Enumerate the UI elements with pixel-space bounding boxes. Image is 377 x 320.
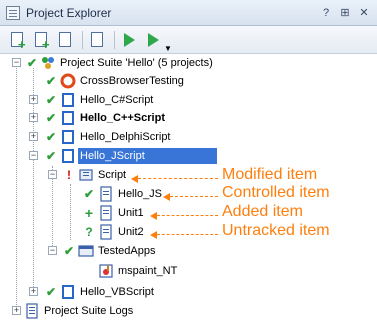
toolbar: + + ▼: [0, 26, 377, 54]
help-button[interactable]: ?: [318, 5, 334, 21]
title-bar: Project Explorer ? ⊞ ✕: [0, 0, 377, 26]
tree-row-mspaint[interactable]: mspaint_NT: [0, 262, 377, 280]
close-button[interactable]: ✕: [356, 5, 372, 21]
project-suite-label: Project Suite 'Hello' (5 projects): [60, 57, 213, 69]
project-icon: [62, 130, 74, 144]
crossbrowser-icon: [60, 73, 76, 89]
window-title: Project Explorer: [26, 6, 112, 20]
hello-js-label: Hello_JScript: [78, 148, 217, 164]
callout-arrowhead-controlled: [163, 193, 170, 201]
run-dropdown-icon[interactable]: ▼: [144, 30, 172, 53]
tree-row-hello-vb[interactable]: + ✔ Hello_VBScript: [0, 283, 377, 301]
tree-row-hello-cs[interactable]: + ✔ Hello_C#Script: [0, 91, 377, 109]
tested-apps-label: TestedApps: [98, 245, 156, 257]
project-icon: [62, 111, 74, 125]
callout-line-added: [157, 215, 218, 216]
callout-arrowhead-untracked: [150, 231, 157, 239]
tree-row-suite[interactable]: − ✔ Project Suite 'Hello' (5 projects): [0, 54, 377, 72]
script-label: Script: [98, 169, 127, 181]
doc-settings-icon[interactable]: [88, 30, 108, 50]
project-icon: [62, 285, 74, 299]
mspaint-label: mspaint_NT: [118, 265, 178, 277]
suite-logs-label: Project Suite Logs: [44, 305, 134, 317]
run-icon[interactable]: [120, 30, 140, 50]
tree-row-crossbrowser[interactable]: ✔ CrossBrowserTesting: [0, 72, 377, 90]
hello-js-unit-label: Hello_JS: [118, 188, 163, 200]
hello-cs-label: Hello_C#Script: [80, 94, 154, 106]
callout-modified: Modified item: [222, 166, 318, 183]
unit-icon: [100, 224, 112, 240]
callout-added: Added item: [222, 203, 303, 220]
tree-row-unit1[interactable]: + Unit1: [0, 204, 377, 222]
callout-line-controlled: [170, 196, 218, 197]
hello-vb-label: Hello_VBScript: [80, 286, 154, 298]
callout-untracked: Untracked item: [222, 222, 330, 239]
callout-controlled: Controlled item: [222, 184, 330, 201]
paint-app-icon: [99, 264, 113, 278]
script-folder-icon: [79, 169, 93, 181]
callout-arrowhead-modified: [131, 175, 138, 183]
callout-line-untracked: [157, 234, 218, 235]
pin-button[interactable]: ⊞: [337, 5, 353, 21]
tested-apps-icon: [78, 245, 94, 257]
logs-icon: [26, 303, 38, 319]
unit2-label: Unit2: [118, 226, 144, 238]
project-suite-icon: [42, 57, 54, 69]
tree-row-script[interactable]: − ! Script: [0, 166, 377, 184]
unit-icon: [100, 186, 112, 202]
callout-arrowhead-added: [150, 212, 157, 220]
tree-row-hello-cpp[interactable]: + ✔ Hello_C++Script: [0, 109, 377, 127]
tree-row-suite-logs[interactable]: + Project Suite Logs: [0, 302, 377, 320]
add-item-icon[interactable]: +: [32, 30, 52, 51]
crossbrowser-label: CrossBrowserTesting: [80, 75, 184, 87]
tree-row-hello-delphi[interactable]: + ✔ Hello_DelphiScript: [0, 128, 377, 146]
project-icon: [62, 149, 74, 163]
tree-row-tested-apps[interactable]: − ✔ TestedApps: [0, 242, 377, 260]
tree-row-hello-js[interactable]: − ✔ Hello_JScript: [0, 147, 377, 165]
project-icon: [62, 93, 74, 107]
unit-icon: [100, 205, 112, 221]
add-project-icon[interactable]: +: [8, 30, 28, 51]
hello-delphi-label: Hello_DelphiScript: [80, 131, 171, 143]
hello-cpp-label: Hello_C++Script: [80, 112, 165, 124]
unit1-label: Unit1: [118, 207, 144, 219]
project-explorer-icon: [6, 6, 20, 20]
add-existing-icon[interactable]: [56, 30, 76, 50]
callout-line-modified: [138, 178, 218, 179]
